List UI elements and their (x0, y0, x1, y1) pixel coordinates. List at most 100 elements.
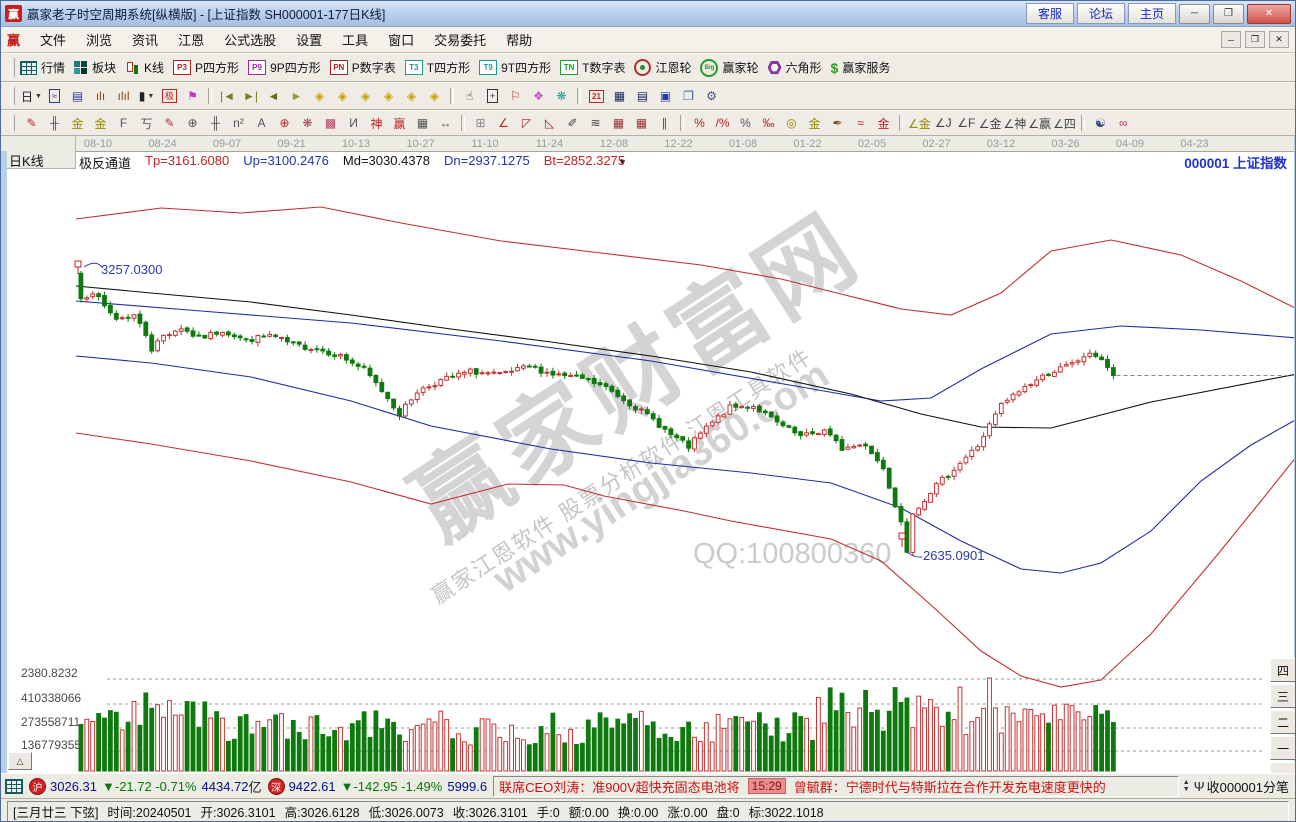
tool-first-page[interactable]: |◄ (216, 85, 239, 107)
draw-wave-band[interactable]: ≈ (849, 112, 872, 134)
tool-diamond-h[interactable]: ◈ (354, 85, 377, 107)
pane-button-一[interactable]: 一 (1270, 736, 1296, 760)
titlebar-link-1[interactable]: 论坛 (1077, 3, 1125, 24)
tick-feed-label[interactable]: 收000001分笔 (1207, 777, 1289, 796)
draw-time-grid[interactable]: ╫ (43, 112, 66, 134)
draw-red-target[interactable]: ⊕ (273, 112, 296, 134)
toolbar-button-p9-square[interactable]: P99P四方形 (248, 59, 321, 76)
pane-button-四[interactable]: 四 (1270, 658, 1296, 682)
tool-jifan-channel[interactable]: 极 (158, 85, 181, 107)
tool-next-bar[interactable]: ► (285, 85, 308, 107)
draw-gold-grid-1[interactable]: 金 (66, 112, 89, 134)
draw-angle-j[interactable]: ∠J (932, 112, 955, 134)
toolbar-button-p-number-table[interactable]: PNP数字表 (330, 59, 396, 76)
news-scroll-spinner[interactable]: ▲▼ (1183, 779, 1190, 793)
toolbar-button-t-number-table[interactable]: TNT数字表 (560, 59, 625, 76)
toolbar-button-sectors[interactable]: 板块 (74, 59, 116, 76)
tool-wave-style[interactable]: ≈ (43, 85, 66, 107)
pane-button-二[interactable]: 二 (1270, 710, 1296, 734)
draw-percent-ladder[interactable]: % (688, 112, 711, 134)
pane-button-三[interactable]: 三 (1270, 684, 1296, 708)
toolbar-button-kline[interactable]: K线 (125, 59, 164, 76)
draw-gold-grid-2[interactable]: 金 (89, 112, 112, 134)
draw-pencil-ruler[interactable]: ✎ (20, 112, 43, 134)
draw-trend-lines[interactable]: ✐ (561, 112, 584, 134)
news-ticker[interactable]: 联席CEO刘涛：准900V超快充固态电池将 15:29 曾毓群：宁德时代与特斯拉… (493, 776, 1179, 797)
collapse-pane-button[interactable]: △ (8, 752, 32, 770)
draw-swing-mark[interactable]: И (342, 112, 365, 134)
toolbar-button-p-square[interactable]: P3P四方形 (173, 59, 239, 76)
tool-quote-note[interactable]: ▤ (66, 85, 89, 107)
tool-data-tools[interactable]: ⚙ (700, 85, 723, 107)
toolbar-button-winner-wheel[interactable]: Big赢家轮 (700, 59, 758, 77)
toolbar-button-t9-square[interactable]: T99T四方形 (479, 59, 551, 76)
restore-button[interactable]: ❐ (1213, 4, 1244, 24)
draw-box-plot[interactable]: ⊞ (469, 112, 492, 134)
tool-save[interactable]: ▣ (654, 85, 677, 107)
draw-angle-shen[interactable]: ∠神 (1003, 112, 1028, 134)
draw-circle-cycle[interactable]: ⊕ (181, 112, 204, 134)
draw-gold-band[interactable]: 金 (872, 112, 895, 134)
draw-coil-grid[interactable]: 丂 (135, 112, 158, 134)
tool-teal-cycle-tool[interactable]: ❋ (550, 85, 573, 107)
menu-item-江恩[interactable]: 江恩 (168, 28, 214, 51)
tool-period-day-selector[interactable]: 日▼ (20, 85, 43, 107)
menu-item-浏览[interactable]: 浏览 (76, 28, 122, 51)
toolbar-button-gann-wheel[interactable]: 江恩轮 (634, 59, 691, 76)
draw-n-square[interactable]: n² (227, 112, 250, 134)
draw-angle-f[interactable]: ∠F (955, 112, 978, 134)
tool-diamond-right[interactable]: ◈ (331, 85, 354, 107)
toolbar-button-winner-service[interactable]: $赢家服务 (831, 59, 891, 76)
quotes-mini-icon[interactable] (5, 779, 23, 794)
draw-percent[interactable]: % (734, 112, 757, 134)
menu-item-公式选股[interactable]: 公式选股 (214, 28, 286, 51)
menu-item-帮助[interactable]: 帮助 (496, 28, 542, 51)
mdi-restore-button[interactable]: ❐ (1245, 31, 1265, 48)
draw-fan-lines[interactable]: ∠ (492, 112, 515, 134)
draw-ying-tool[interactable]: 赢 (388, 112, 411, 134)
tool-flag-marker[interactable]: ⚐ (504, 85, 527, 107)
tool-bars-3[interactable]: ılı (89, 85, 112, 107)
tool-calendar[interactable]: 21 (585, 85, 608, 107)
draw-price-grid-2[interactable]: ▦ (630, 112, 653, 134)
draw-zigzag[interactable]: ≋ (584, 112, 607, 134)
news-item-1[interactable]: 联席CEO刘涛：准900V超快充固态电池将 (499, 777, 740, 796)
draw-mirror-axis[interactable]: A (250, 112, 273, 134)
titlebar-link-0[interactable]: 客服 (1026, 3, 1074, 24)
menu-item-资讯[interactable]: 资讯 (122, 28, 168, 51)
draw-marker-pen[interactable]: ✒ (826, 112, 849, 134)
draw-shen-tool[interactable]: 神 (365, 112, 388, 134)
draw-infinity[interactable]: ∞ (1112, 112, 1135, 134)
draw-fan-box[interactable]: ◸ (515, 112, 538, 134)
draw-angle-gold2[interactable]: ∠金 (978, 112, 1003, 134)
tool-hand-tool[interactable]: ☝ (458, 85, 481, 107)
mdi-close-button[interactable]: ✕ (1269, 31, 1289, 48)
draw-web-grid[interactable]: ▩ (319, 112, 342, 134)
tool-window-switch[interactable]: ❐ (677, 85, 700, 107)
tool-calculator[interactable]: ▦ (608, 85, 631, 107)
toolbar-button-t-square[interactable]: T3T四方形 (405, 59, 470, 76)
tool-diamond-all[interactable]: ◈ (423, 85, 446, 107)
tool-bars-9[interactable]: ılıl (112, 85, 135, 107)
tool-diamond-left[interactable]: ◈ (308, 85, 331, 107)
toolbar-button-quotes[interactable]: 行情 (20, 59, 65, 76)
menu-item-交易委托[interactable]: 交易委托 (424, 28, 496, 51)
draw-permille[interactable]: ‰ (757, 112, 780, 134)
tool-diamond-x[interactable]: ◈ (377, 85, 400, 107)
tool-notebook[interactable]: ▤ (631, 85, 654, 107)
tool-color-flag[interactable]: ⚑ (181, 85, 204, 107)
draw-angle-pencil[interactable]: ✎ (158, 112, 181, 134)
draw-angle-si[interactable]: ∠四 (1052, 112, 1077, 134)
draw-taiji[interactable]: ☯ (1089, 112, 1112, 134)
menu-item-工具[interactable]: 工具 (332, 28, 378, 51)
draw-span-arrows[interactable]: ↔ (434, 112, 457, 134)
draw-bar-count[interactable]: ╫ (204, 112, 227, 134)
menu-item-设置[interactable]: 设置 (286, 28, 332, 51)
draw-gold-circle[interactable]: ◎ (780, 112, 803, 134)
draw-num-grid[interactable]: ▦ (411, 112, 434, 134)
draw-fan-shade[interactable]: ◺ (538, 112, 561, 134)
mdi-minimize-button[interactable]: ─ (1221, 31, 1241, 48)
tool-last-page[interactable]: ►| (239, 85, 262, 107)
tool-diamond-v[interactable]: ◈ (400, 85, 423, 107)
tool-pink-cloud-tool[interactable]: ❖ (527, 85, 550, 107)
